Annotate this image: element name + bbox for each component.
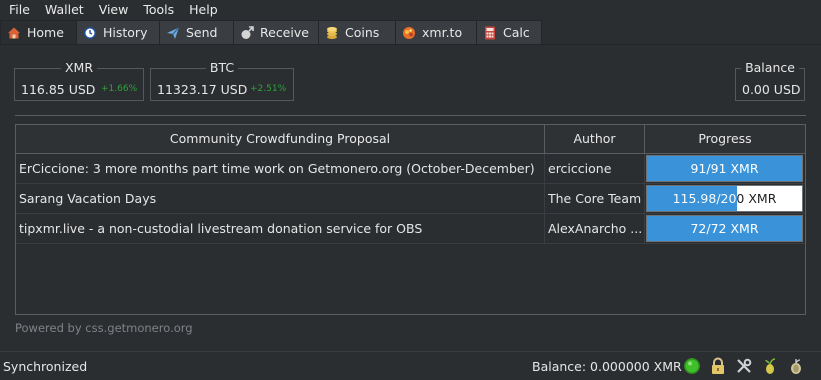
status-bar: Synchronized Balance: 0.000000 XMR (0, 351, 821, 380)
proposal-title: tipxmr.live - a non-custodial livestream… (16, 214, 545, 243)
tab-label: Coins (345, 25, 380, 40)
header-proposal[interactable]: Community Crowdfunding Proposal (16, 125, 545, 153)
tab-label: Home (27, 25, 64, 40)
sync-status: Synchronized (3, 359, 88, 374)
tab-history[interactable]: History (77, 20, 160, 45)
proposal-progress: 91/91 XMR (645, 154, 805, 183)
coins-icon (325, 26, 339, 40)
tab-bar: Home History Send Receive Coins xmr.to C… (0, 20, 542, 45)
status-balance: Balance: 0.000000 XMR (532, 359, 682, 374)
xmr-price-change: +1.66% (101, 84, 138, 94)
tab-xmrto[interactable]: xmr.to (396, 20, 477, 45)
balance-label: Balance (741, 60, 799, 75)
tor-icon[interactable] (787, 357, 805, 375)
tab-label: Calc (503, 25, 530, 40)
home-icon (7, 26, 21, 40)
tab-home[interactable]: Home (0, 20, 77, 45)
header-author[interactable]: Author (545, 125, 645, 153)
send-icon (166, 26, 180, 40)
ccs-proposals-table[interactable]: Community Crowdfunding Proposal Author P… (15, 124, 806, 315)
menu-bar: File Wallet View Tools Help (0, 0, 821, 20)
tab-label: History (103, 25, 148, 40)
btc-price-value: 11323.17 USD (157, 82, 248, 97)
lock-icon[interactable] (709, 357, 727, 375)
home-panel: XMR 116.85 USD +1.66% BTC 11323.17 USD +… (0, 44, 821, 348)
proposal-progress: 72/72 XMR (645, 214, 805, 243)
xmr-price-value: 116.85 USD (21, 82, 96, 97)
proposal-author: erciccione (545, 154, 645, 183)
powered-by-link[interactable]: Powered by css.getmonero.org (15, 321, 193, 335)
progress-text: 115.98/200 XMR (647, 186, 802, 211)
table-header: Community Crowdfunding Proposal Author P… (16, 125, 805, 154)
tab-label: xmr.to (422, 25, 463, 40)
tab-label: Receive (260, 25, 309, 40)
btc-price-box: BTC 11323.17 USD +2.51% (150, 60, 294, 101)
tab-coins[interactable]: Coins (319, 20, 396, 45)
header-progress[interactable]: Progress (645, 125, 805, 153)
proposal-author: AlexAnarcho ... (545, 214, 645, 243)
menu-tools[interactable]: Tools (134, 0, 180, 20)
tab-send[interactable]: Send (160, 20, 234, 45)
connection-status-icon[interactable] (683, 357, 701, 375)
progress-text: 91/91 XMR (690, 161, 759, 176)
progress-text: 72/72 XMR (690, 221, 759, 236)
xmr-price-box: XMR 116.85 USD +1.66% (14, 60, 144, 101)
settings-icon[interactable] (735, 357, 753, 375)
calc-icon (483, 26, 497, 40)
table-row[interactable]: Sarang Vacation Days The Core Team 115.9… (16, 184, 805, 214)
xmr-price-label: XMR (60, 60, 98, 75)
history-icon (83, 26, 97, 40)
progress-bar: 72/72 XMR (646, 215, 803, 242)
menu-help[interactable]: Help (180, 0, 224, 20)
table-row[interactable]: tipxmr.live - a non-custodial livestream… (16, 214, 805, 244)
tab-receive[interactable]: Receive (234, 20, 319, 45)
tab-label: Send (186, 25, 218, 40)
divider (15, 115, 806, 116)
table-row[interactable]: ErCiccione: 3 more months part time work… (16, 154, 805, 184)
progress-bar: 91/91 XMR (646, 155, 803, 182)
receive-icon (240, 25, 254, 40)
progress-bar: 115.98/200 XMR (646, 185, 803, 212)
proposal-progress: 115.98/200 XMR (645, 184, 805, 213)
menu-wallet[interactable]: Wallet (36, 0, 90, 20)
balance-box: Balance 0.00 USD (735, 60, 805, 101)
btc-price-change: +2.51% (250, 84, 287, 94)
btc-price-label: BTC (205, 60, 239, 75)
proposal-title: Sarang Vacation Days (16, 184, 545, 213)
menu-file[interactable]: File (0, 0, 36, 20)
xmrto-icon (402, 26, 416, 40)
balance-value: 0.00 USD (742, 82, 801, 97)
seed-icon[interactable] (761, 357, 779, 375)
proposal-author: The Core Team (545, 184, 645, 213)
menu-view[interactable]: View (90, 0, 135, 20)
proposal-title: ErCiccione: 3 more months part time work… (16, 154, 545, 183)
tab-calc[interactable]: Calc (477, 20, 542, 45)
